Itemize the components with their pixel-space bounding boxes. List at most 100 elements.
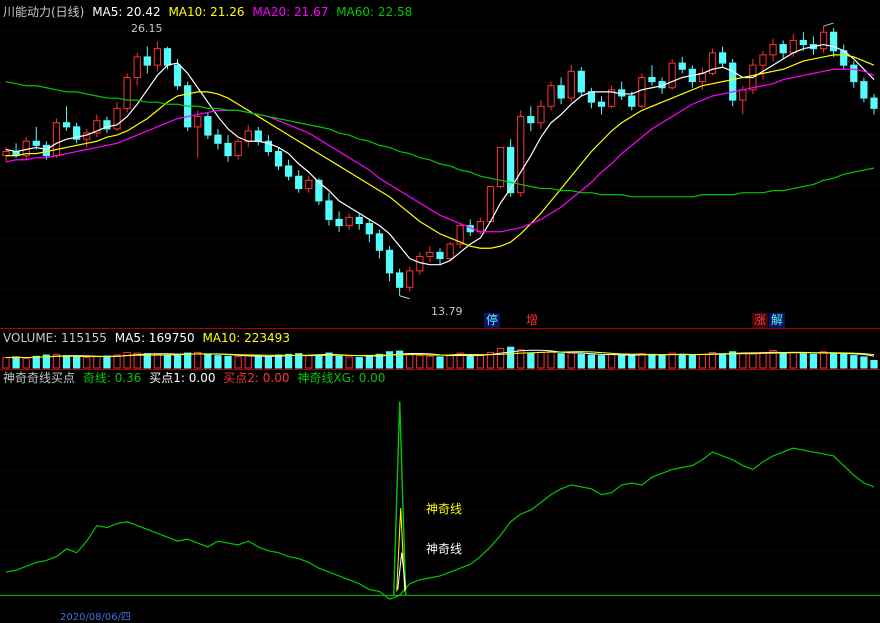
candle-body-85 xyxy=(860,81,868,99)
bottom-date: 2020/08/06/四 xyxy=(60,612,132,623)
volume-bar-17 xyxy=(173,353,182,369)
candle-body-81 xyxy=(819,31,828,50)
volume-bar-62 xyxy=(628,355,636,369)
volume-bar-64 xyxy=(648,353,656,369)
indicator-title: 神奇奇线买点 xyxy=(3,371,76,385)
volume-bar-51 xyxy=(517,349,525,369)
event-tag-rise[interactable]: 涨 xyxy=(752,313,768,328)
candle-body-56 xyxy=(567,70,575,99)
volume-bar-60 xyxy=(607,353,616,369)
volume-bar-80 xyxy=(809,353,818,369)
price-high-label: 26.15 xyxy=(131,22,163,35)
volume-bar-41 xyxy=(416,355,424,369)
volume-bar-42 xyxy=(426,355,434,369)
ma10-value: MA10: 21.26 xyxy=(168,5,245,19)
volume-bar-47 xyxy=(476,355,485,369)
volume-bar-26 xyxy=(264,356,273,369)
event-tag-increase[interactable]: 增 xyxy=(524,313,540,328)
volume-bar-22 xyxy=(224,355,232,369)
candle-body-22 xyxy=(224,142,232,157)
event-tag-unlock[interactable]: 解 xyxy=(769,313,785,328)
volume-bar-30 xyxy=(305,355,313,369)
volume-bar-52 xyxy=(527,352,535,369)
candle-body-44 xyxy=(446,243,454,260)
candle-body-58 xyxy=(587,91,596,103)
buy2-value: 买点2: 0.00 xyxy=(223,371,290,385)
candle-body-6 xyxy=(62,122,71,128)
volume-bar-33 xyxy=(335,355,343,369)
volume-bar-50 xyxy=(507,346,515,369)
buy1-value: 买点1: 0.00 xyxy=(149,371,216,385)
candle-body-54 xyxy=(547,85,555,107)
volume-bar-23 xyxy=(234,356,242,369)
volume-bar-55 xyxy=(557,353,565,369)
stock-title: 川能动力(日线) xyxy=(3,5,85,19)
volume-bar-54 xyxy=(547,351,555,369)
candle-body-0 xyxy=(2,151,10,157)
candle-body-28 xyxy=(284,165,293,177)
candle-body-42 xyxy=(426,251,434,257)
candle-body-69 xyxy=(698,72,707,83)
volume-bar-14 xyxy=(143,353,151,369)
candle-body-75 xyxy=(759,54,767,66)
volume-bar-1 xyxy=(12,356,20,369)
volume-bar-75 xyxy=(759,351,767,369)
volume-bar-85 xyxy=(860,356,868,369)
volume-bar-18 xyxy=(184,352,192,369)
candle-body-66 xyxy=(668,62,676,89)
volume-bar-34 xyxy=(345,356,353,369)
price-header: 川能动力(日线) MA5: 20.42 MA10: 21.26 MA20: 21… xyxy=(3,3,416,21)
volume-bar-2 xyxy=(22,357,30,369)
volume-bar-74 xyxy=(749,353,757,369)
candle-body-77 xyxy=(779,44,787,54)
candle-body-76 xyxy=(769,44,777,56)
candle-body-5 xyxy=(52,122,61,157)
volume-bar-0 xyxy=(2,357,10,369)
candle-body-51 xyxy=(517,116,525,194)
volume-bar-56 xyxy=(567,352,575,369)
volume-bar-21 xyxy=(214,355,222,369)
volume-bar-53 xyxy=(537,351,545,369)
volume-bar-20 xyxy=(204,354,212,369)
volume-bar-31 xyxy=(315,354,323,369)
candle-body-23 xyxy=(234,140,242,157)
candle-body-36 xyxy=(365,223,373,235)
candle-body-13 xyxy=(133,56,141,78)
candle-body-47 xyxy=(476,220,485,233)
candle-body-21 xyxy=(214,134,222,144)
candle-body-27 xyxy=(274,151,283,167)
candle-body-33 xyxy=(335,218,343,227)
candle-body-84 xyxy=(850,64,858,83)
volume-bar-25 xyxy=(254,355,262,369)
candle-body-40 xyxy=(406,270,414,288)
volume-bar-44 xyxy=(446,354,454,369)
volume-bar-8 xyxy=(83,357,91,369)
volume-bar-36 xyxy=(365,355,373,369)
candle-body-86 xyxy=(870,97,878,109)
candle-body-78 xyxy=(789,39,797,54)
xg-value: 神奇线XG: 0.00 xyxy=(297,371,386,385)
volume-bar-46 xyxy=(466,355,474,369)
volume-bar-6 xyxy=(62,355,71,369)
candle-body-16 xyxy=(163,48,172,66)
qi-line xyxy=(5,447,875,600)
candle-body-73 xyxy=(739,89,747,101)
stock-chart-stage: 川能动力(日线) MA5: 20.42 MA10: 21.26 MA20: 21… xyxy=(0,0,880,623)
candle-body-3 xyxy=(32,140,40,146)
candle-body-71 xyxy=(718,52,727,64)
volume-bar-49 xyxy=(496,348,505,369)
candle-body-15 xyxy=(153,48,162,66)
volume-title: VOLUME: 115155 xyxy=(3,331,107,345)
price-low-label: 13.79 xyxy=(431,305,463,318)
ma60-value: MA60: 22.58 xyxy=(336,5,413,19)
ma-line-ma10 xyxy=(6,54,875,249)
volume-bar-12 xyxy=(123,351,131,369)
candle-body-30 xyxy=(305,179,313,190)
candle-body-59 xyxy=(597,101,606,107)
candle-body-20 xyxy=(204,116,212,136)
high-marker-line xyxy=(823,22,834,27)
volume-bar-63 xyxy=(638,353,646,369)
volume-bar-3 xyxy=(32,355,40,369)
event-tag-suspend[interactable]: 停 xyxy=(484,313,500,328)
volume-bar-15 xyxy=(153,353,162,369)
